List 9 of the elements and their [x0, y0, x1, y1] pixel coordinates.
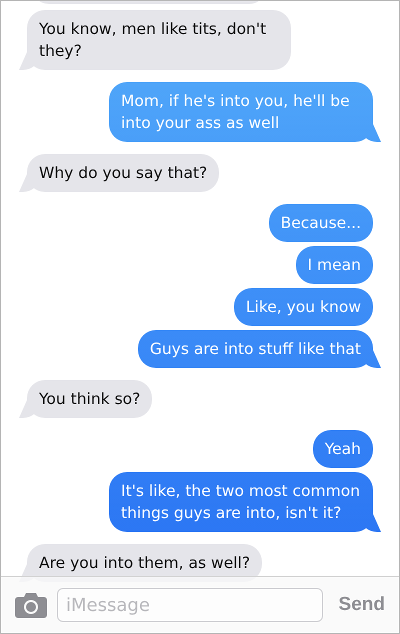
received-message: You know, men like tits, don't they?	[19, 10, 291, 70]
send-button[interactable]: Send	[332, 594, 385, 616]
camera-icon[interactable]	[15, 592, 47, 618]
sent-message: Mom, if he's into you, he'll be into your ass as well	[109, 82, 381, 142]
received-message: Why do you say that?	[19, 154, 220, 192]
received-message: You think so?	[19, 380, 152, 418]
sent-message: It's like, the two most common things guys are into, isn't it?	[109, 472, 381, 532]
sent-message: Guys are into stuff like that	[138, 330, 381, 368]
message-input-field[interactable]: iMessage	[57, 588, 323, 622]
